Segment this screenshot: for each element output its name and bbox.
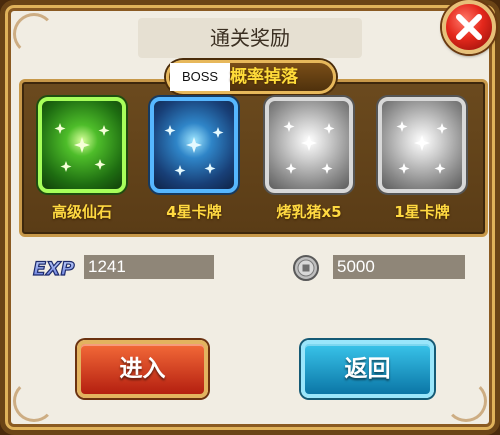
exp-icon: EXP xyxy=(32,257,75,280)
exp-icon-text: EXP xyxy=(33,258,75,280)
reward-item-1star-card[interactable] xyxy=(378,97,466,193)
back-button[interactable]: 返回 xyxy=(301,340,434,398)
sparkle-icon xyxy=(164,125,224,176)
enter-button[interactable]: 进入 xyxy=(77,340,208,398)
reward-label: 1星卡牌 xyxy=(394,203,450,221)
coin-icon xyxy=(293,255,319,281)
dialog-title: 通关奖励 xyxy=(210,26,290,50)
sparkle-icon xyxy=(396,121,448,174)
reward-label: 4星卡牌 xyxy=(166,203,222,221)
reward-label: 烤乳猪x5 xyxy=(276,203,342,221)
corner-ornament xyxy=(13,380,55,422)
coin-value: 5000 xyxy=(333,255,465,279)
boss-tag: BOSS xyxy=(170,63,230,91)
reward-item-4star-card[interactable] xyxy=(150,97,238,193)
reward-item-roast-pig[interactable] xyxy=(265,97,353,193)
close-button[interactable] xyxy=(442,0,496,54)
sparkle-icon xyxy=(54,123,110,172)
reward-label: 高级仙石 xyxy=(51,203,112,221)
reward-item-premium-stone[interactable] xyxy=(38,97,126,193)
corner-ornament xyxy=(445,380,487,422)
close-icon xyxy=(456,14,482,40)
drop-banner-text: 概率掉落 xyxy=(230,67,298,87)
exp-value: 1241 xyxy=(84,255,214,279)
sparkle-icon xyxy=(283,121,335,174)
